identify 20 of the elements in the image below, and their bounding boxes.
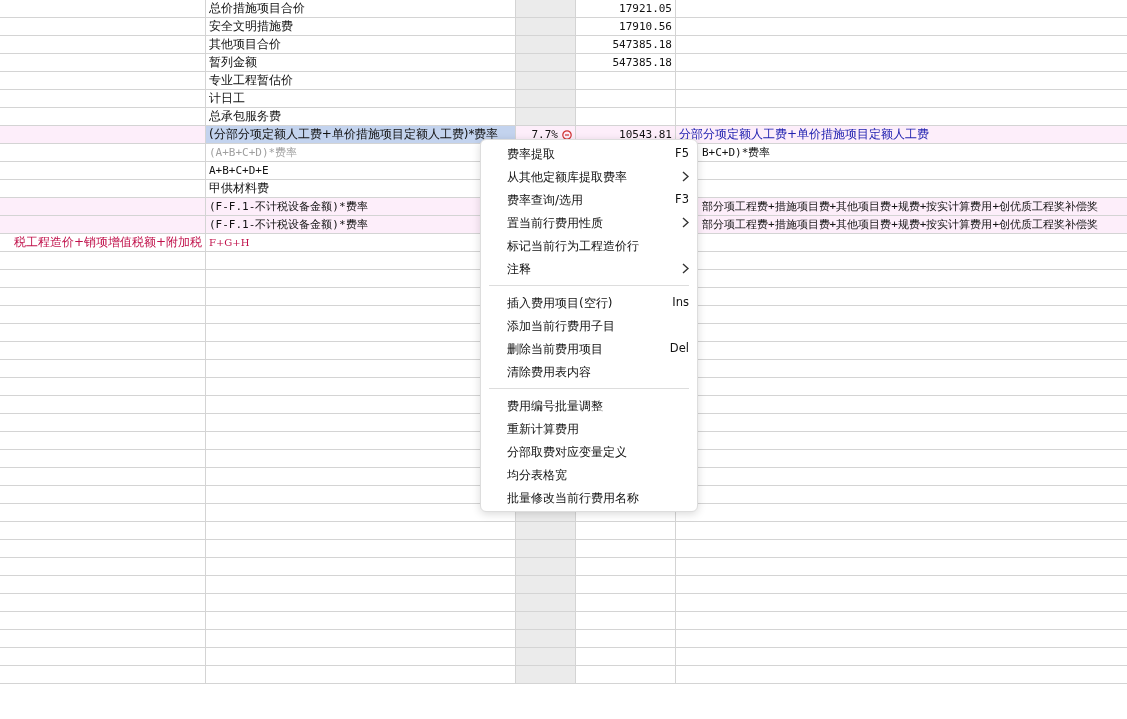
menu-item-label: 重新计算费用 xyxy=(507,420,580,438)
shortcut-label: Ins xyxy=(672,293,689,311)
menu-item-label: 标记当前行为工程造价行 xyxy=(507,237,640,255)
menu-item-label: 添加当前行费用子目 xyxy=(507,317,616,335)
menu-item-label: 均分表格宽 xyxy=(507,466,568,484)
menu-item-label: 费率提取 xyxy=(507,145,556,163)
menu-item-label: 费用编号批量调整 xyxy=(507,397,604,415)
menu-item-label: 从其他定额库提取费率 xyxy=(507,168,628,186)
menu-item-label: 批量修改当前行费用名称 xyxy=(507,489,640,507)
rate-text: 7.7% xyxy=(531,128,558,141)
menu-item-label: 分部取费对应变量定义 xyxy=(507,443,628,461)
menu-item-label: 删除当前费用项目 xyxy=(507,340,604,358)
menu-item-label: 插入费用项目(空行) xyxy=(507,294,614,312)
menu-item-label: 清除费用表内容 xyxy=(507,363,592,381)
shortcut-label: F3 xyxy=(675,190,689,208)
menu-item-label: 注释 xyxy=(507,260,532,278)
shortcut-label: F5 xyxy=(675,144,689,162)
menu-item-label: 置当前行费用性质 xyxy=(507,214,604,232)
menu-item-label: 费率查询/选用 xyxy=(507,191,585,209)
shortcut-label: Del xyxy=(669,339,689,357)
